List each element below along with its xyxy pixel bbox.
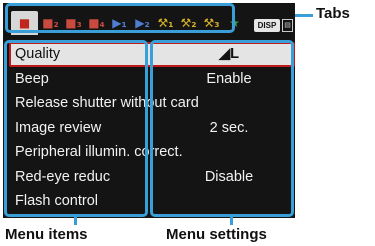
tab-playback-1[interactable]: ▶₁ bbox=[107, 13, 132, 33]
menu-item-label: Peripheral illumin. correct. bbox=[15, 144, 183, 160]
tabs-callout-line bbox=[295, 14, 313, 17]
tab-shooting-4[interactable]: ■₄ bbox=[84, 13, 109, 33]
tab-icon: ⚒₁ bbox=[157, 16, 174, 30]
menu-settings-callout-line bbox=[230, 217, 233, 225]
star-icon: ★ bbox=[229, 16, 240, 30]
menu-list: Quality ◢L Beep Enable Release shutter w… bbox=[9, 42, 295, 214]
tab-icon: ▶₁ bbox=[112, 16, 127, 30]
tab-setup-3[interactable]: ⚒₃ bbox=[199, 13, 224, 33]
tab-shooting-2[interactable]: ■₂ bbox=[38, 13, 63, 33]
tab-icon: ■₂ bbox=[42, 16, 59, 30]
camera-lcd-screen: ■ ■₂ ■₃ ■₄ ▶₁ ▶₂ ⚒₁ ⚒₂ ⚒₃ ★ DISP ▤ Quali… bbox=[3, 3, 295, 218]
tab-my-menu[interactable]: ★ bbox=[222, 13, 247, 33]
tabs-caption: Tabs bbox=[316, 5, 350, 22]
menu-info-icon: ▤ bbox=[282, 19, 293, 32]
menu-item-label: Release shutter without card bbox=[15, 95, 199, 111]
menu-item-value: 2 sec. bbox=[209, 119, 249, 136]
menu-items-callout-line bbox=[74, 217, 77, 225]
menu-item-label: Red-eye reduc bbox=[15, 168, 111, 185]
menu-item-value: ◢L bbox=[218, 46, 239, 62]
menu-item-label: Beep bbox=[15, 70, 49, 87]
tab-icon: ▶₂ bbox=[135, 16, 150, 30]
tab-setup-1[interactable]: ⚒₁ bbox=[153, 13, 178, 33]
tab-icon: ■ bbox=[18, 16, 31, 30]
menu-row-image-review[interactable]: Image review 2 sec. bbox=[9, 116, 295, 141]
menu-row-flash-control[interactable]: Flash control bbox=[9, 189, 295, 214]
menu-settings-caption: Menu settings bbox=[166, 226, 267, 243]
tab-icon: ■₃ bbox=[65, 16, 82, 30]
tab-icon: ■₄ bbox=[88, 16, 105, 30]
disp-button[interactable]: DISP bbox=[254, 19, 280, 32]
menu-row-quality[interactable]: Quality ◢L bbox=[9, 42, 295, 67]
menu-item-value: Disable bbox=[204, 168, 254, 185]
menu-item-label: Image review bbox=[15, 119, 102, 136]
tab-playback-2[interactable]: ▶₂ bbox=[130, 13, 155, 33]
menu-row-peripheral-illumination[interactable]: Peripheral illumin. correct. bbox=[9, 140, 295, 165]
menu-tab-bar: ■ ■₂ ■₃ ■₄ ▶₁ ▶₂ ⚒₁ ⚒₂ ⚒₃ ★ DISP ▤ bbox=[9, 9, 293, 37]
tab-icon: ⚒₂ bbox=[180, 16, 197, 30]
menu-items-caption: Menu items bbox=[5, 226, 88, 243]
menu-item-value: Enable bbox=[206, 70, 252, 87]
tab-shooting-1[interactable]: ■ bbox=[11, 11, 38, 35]
tab-shooting-3[interactable]: ■₃ bbox=[61, 13, 86, 33]
menu-row-release-shutter[interactable]: Release shutter without card bbox=[9, 91, 295, 116]
tab-icon: ⚒₃ bbox=[203, 16, 220, 30]
menu-row-red-eye[interactable]: Red-eye reduc Disable bbox=[9, 165, 295, 190]
menu-item-label: Quality bbox=[15, 46, 61, 62]
tab-setup-2[interactable]: ⚒₂ bbox=[176, 13, 201, 33]
menu-item-label: Flash control bbox=[15, 193, 99, 209]
menu-row-beep[interactable]: Beep Enable bbox=[9, 67, 295, 92]
